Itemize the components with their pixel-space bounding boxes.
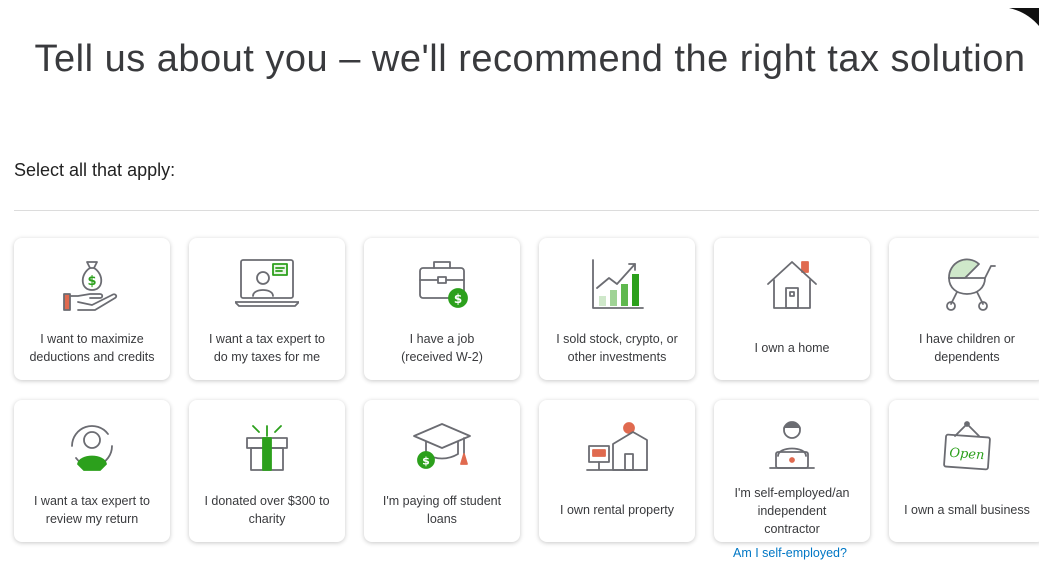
option-label: I'm paying off student loans [382, 494, 502, 526]
option-tax-expert-do-taxes[interactable]: I want a tax expert to do my taxes for m… [189, 238, 345, 380]
gift-icon [235, 418, 299, 474]
option-sold-investments[interactable]: I sold stock, crypto, or other investmen… [539, 238, 695, 380]
money-bag-hand-icon: $ [60, 256, 124, 312]
option-children-dependents[interactable]: I have children or dependents [889, 238, 1039, 380]
svg-text:$: $ [87, 274, 96, 289]
select-all-label: Select all that apply: [14, 160, 176, 180]
option-student-loans[interactable]: $ I'm paying off student loans [364, 400, 520, 542]
option-maximize-deductions[interactable]: $ I want to maximize deductions and cred… [14, 238, 170, 380]
option-tax-expert-review[interactable]: I want a tax expert to review my return [14, 400, 170, 542]
open-sign-icon: Open [935, 418, 999, 474]
option-label: I own a small business [904, 503, 1030, 517]
svg-text:$: $ [454, 292, 462, 306]
option-donated-charity[interactable]: I donated over $300 to charity [189, 400, 345, 542]
option-own-home[interactable]: I own a home [714, 238, 870, 380]
option-rental-property[interactable]: I own rental property [539, 400, 695, 542]
option-have-job-w2[interactable]: $ I have a job (received W-2) [364, 238, 520, 380]
house-icon [760, 256, 824, 312]
divider [14, 210, 1039, 211]
page-title: Tell us about you – we'll recommend the … [34, 38, 1026, 80]
option-label: I want to maximize deductions and credit… [29, 332, 155, 364]
expert-review-icon [60, 418, 124, 474]
option-label: I donated over $300 to charity [204, 494, 330, 526]
option-label: I'm self-employed/an independent contrac… [734, 486, 850, 536]
svg-text:Open: Open [949, 446, 985, 463]
laptop-expert-icon [235, 256, 299, 312]
option-label: I want a tax expert to review my return [33, 494, 151, 526]
briefcase-dollar-icon: $ [410, 256, 474, 312]
option-label: I sold stock, crypto, or other investmen… [556, 332, 678, 364]
am-i-self-employed-link[interactable]: Am I self-employed? [733, 546, 847, 560]
svg-text:$: $ [422, 455, 430, 468]
rental-property-icon [585, 418, 649, 474]
stroller-icon [935, 256, 999, 312]
option-self-employed[interactable]: I'm self-employed/an independent contrac… [714, 400, 870, 542]
option-label: I want a tax expert to do my taxes for m… [208, 332, 326, 364]
option-label: I have a job (received W-2) [401, 332, 483, 364]
corner-decoration [1009, 8, 1039, 26]
option-label: I have children or dependents [919, 332, 1015, 364]
option-small-business[interactable]: Open I own a small business [889, 400, 1039, 542]
self-employed-icon [760, 418, 824, 474]
option-label: I own a home [754, 341, 830, 355]
option-label: I own rental property [560, 503, 674, 517]
graduation-cap-icon: $ [410, 418, 474, 474]
investment-chart-icon [585, 256, 649, 312]
